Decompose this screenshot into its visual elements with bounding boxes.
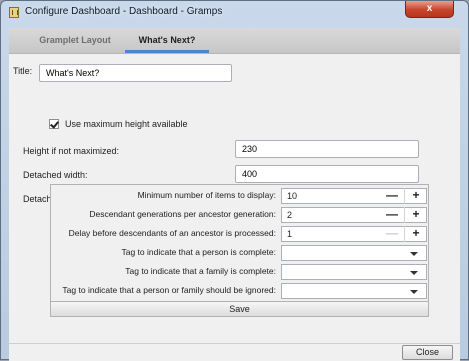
detached-width-label: Detached width: xyxy=(23,170,88,180)
title-label: Title: xyxy=(13,66,33,76)
dialog-window: Configure Dashboard - Dashboard - Gramps… xyxy=(0,0,469,361)
use-max-height-checkbox[interactable] xyxy=(49,119,59,129)
dialog-client-area: Gramplet Layout What's Next? Title: What… xyxy=(9,28,460,361)
desc-gen-spinner[interactable]: 2 — + xyxy=(281,207,427,223)
options-frame: Minimum number of items to display: 10 —… xyxy=(50,184,429,317)
desc-gen-label: Descendant generations per ancestor gene… xyxy=(89,209,276,219)
save-button[interactable]: Save xyxy=(51,301,428,316)
tag-family-label: Tag to indicate that a family is complet… xyxy=(125,266,276,276)
dialog-footer: Close xyxy=(9,344,460,361)
tab-gramplet-layout[interactable]: Gramplet Layout xyxy=(29,28,121,53)
desc-gen-value[interactable]: 2 xyxy=(287,210,292,220)
chevron-down-icon xyxy=(410,290,418,294)
tag-ignore-label: Tag to indicate that a person or family … xyxy=(62,285,276,295)
delay-decrement-button[interactable]: — xyxy=(380,226,404,242)
tag-person-dropdown[interactable] xyxy=(281,245,427,261)
tab-bar: Gramplet Layout What's Next? xyxy=(9,28,460,54)
title-input[interactable]: What's Next? xyxy=(39,64,232,82)
chevron-down-icon xyxy=(410,252,418,256)
tag-family-dropdown[interactable] xyxy=(281,264,427,280)
min-items-decrement-button[interactable]: — xyxy=(380,188,404,204)
window-close-button[interactable]: x xyxy=(405,1,454,18)
delay-spinner[interactable]: 1 — + xyxy=(281,226,427,242)
title-bar: Configure Dashboard - Dashboard - Gramps… xyxy=(1,1,468,25)
min-items-label: Minimum number of items to display: xyxy=(137,190,276,200)
delay-label: Delay before descendants of an ancestor … xyxy=(68,228,276,238)
desc-gen-decrement-button[interactable]: — xyxy=(380,207,404,223)
tag-ignore-dropdown[interactable] xyxy=(281,283,427,299)
gramps-app-icon xyxy=(9,7,19,18)
desc-gen-increment-button[interactable]: + xyxy=(404,207,427,223)
height-label: Height if not maximized: xyxy=(23,146,120,156)
min-items-spinner[interactable]: 10 — + xyxy=(281,188,427,204)
tab-whats-next[interactable]: What's Next? xyxy=(121,28,213,53)
delay-increment-button[interactable]: + xyxy=(404,226,427,242)
tag-person-label: Tag to indicate that a person is complet… xyxy=(121,247,276,257)
min-items-value[interactable]: 10 xyxy=(287,191,297,201)
min-items-increment-button[interactable]: + xyxy=(404,188,427,204)
close-button[interactable]: Close xyxy=(402,345,453,360)
window-title: Configure Dashboard - Dashboard - Gramps xyxy=(25,6,223,17)
detached-width-input[interactable]: 400 xyxy=(235,165,419,183)
delay-value[interactable]: 1 xyxy=(287,229,292,239)
height-input[interactable]: 230 xyxy=(235,140,419,158)
chevron-down-icon xyxy=(410,271,418,275)
use-max-height-label: Use maximum height available xyxy=(65,119,188,129)
